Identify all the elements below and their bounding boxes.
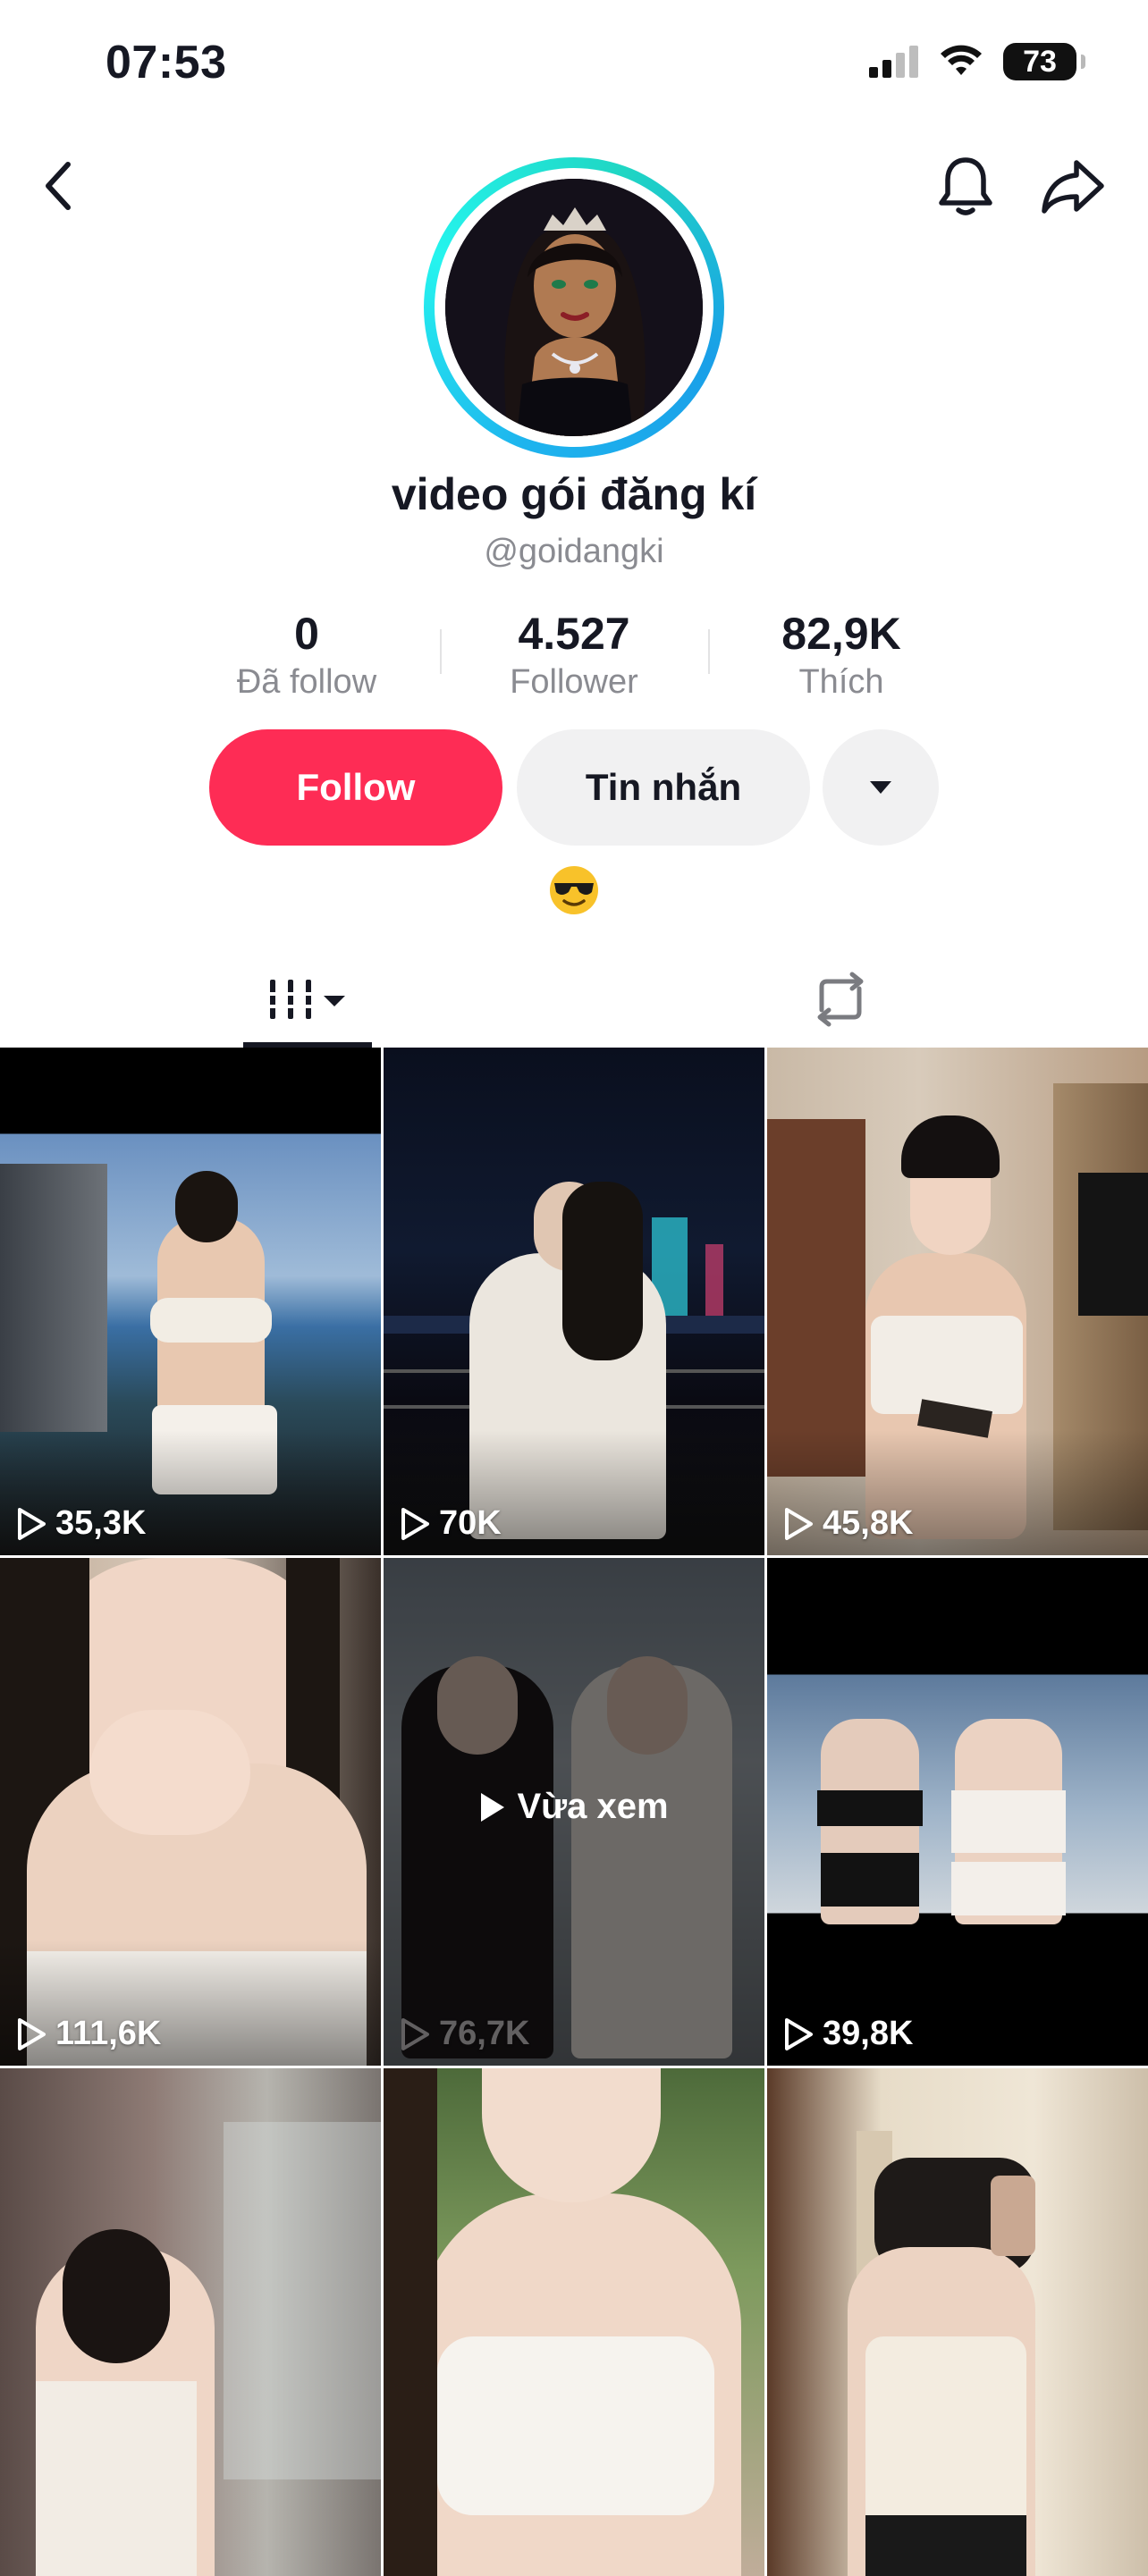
likes-stat[interactable]: 82,9K Thích <box>730 608 953 702</box>
follower-count: 4.527 <box>518 609 630 659</box>
wifi-icon <box>941 45 982 75</box>
share-icon <box>1042 160 1104 214</box>
video-thumbnail[interactable] <box>0 2068 381 2576</box>
avatar-image <box>445 179 703 436</box>
video-thumbnail[interactable]: 45,8K <box>767 1048 1148 1555</box>
share-button[interactable] <box>1037 150 1109 222</box>
video-thumbnail[interactable] <box>767 2068 1148 2576</box>
video-thumbnail[interactable] <box>384 2068 764 2576</box>
back-button[interactable] <box>30 150 88 222</box>
view-count: 35,3K <box>16 1504 146 1543</box>
status-time: 07:53 <box>106 37 227 88</box>
tab-reposts[interactable] <box>787 956 894 1042</box>
video-thumbnail[interactable]: Vừa xem 76,7K <box>384 1558 764 2066</box>
following-stat[interactable]: 0 Đã follow <box>195 608 418 702</box>
play-icon <box>785 1507 813 1540</box>
video-thumbnail[interactable]: 111,6K <box>0 1558 381 2066</box>
battery-icon: 73 <box>1003 43 1085 80</box>
status-icons: 73 <box>869 39 1085 84</box>
username: @goidangki <box>484 533 664 570</box>
display-name: video gói đăng kí <box>391 469 757 519</box>
play-icon <box>401 2017 429 2050</box>
signal-icon <box>869 46 918 78</box>
chevron-left-icon <box>46 162 71 210</box>
notification-button[interactable] <box>930 150 1001 222</box>
message-button[interactable]: Tin nhắn <box>517 729 810 846</box>
likes-count: 82,9K <box>781 609 901 659</box>
play-icon <box>785 2017 813 2050</box>
video-thumbnail[interactable]: 70K <box>384 1048 764 1555</box>
video-thumbnail[interactable]: 39,8K <box>767 1558 1148 2066</box>
video-grid: 35,3K 70K 45,8K 111,6K Vừa xem 76,7K 39,… <box>0 1048 1148 2576</box>
repost-icon <box>817 972 864 1027</box>
battery-level: 73 <box>1023 44 1057 79</box>
stat-divider <box>708 629 710 674</box>
follower-stat[interactable]: 4.527 Follower <box>462 608 686 702</box>
grid-icon <box>265 980 345 1019</box>
view-count: 70K <box>400 1504 502 1543</box>
profile-tabs <box>0 947 1148 1048</box>
view-count: 111,6K <box>16 2015 161 2053</box>
play-icon <box>401 1507 429 1540</box>
view-count: 76,7K <box>400 2015 529 2053</box>
play-icon <box>481 1792 505 1822</box>
play-icon <box>18 1507 46 1540</box>
video-thumbnail[interactable]: 35,3K <box>0 1048 381 1555</box>
follower-label: Follower <box>510 663 638 701</box>
bio <box>547 863 601 917</box>
following-label: Đã follow <box>236 663 377 701</box>
following-count: 0 <box>294 609 319 659</box>
suggested-accounts-button[interactable] <box>823 729 939 846</box>
sunglasses-emoji-icon <box>550 866 598 914</box>
caret-down-icon <box>870 781 891 794</box>
stat-divider <box>440 629 442 674</box>
follow-button[interactable]: Follow <box>209 729 502 846</box>
view-count: 45,8K <box>783 1504 913 1543</box>
play-icon <box>18 2017 46 2050</box>
view-count: 39,8K <box>783 2015 913 2053</box>
avatar[interactable] <box>424 157 724 458</box>
recently-watched-label: Vừa xem <box>384 1787 764 1827</box>
bell-icon <box>939 157 992 215</box>
likes-label: Thích <box>798 663 884 701</box>
tab-videos[interactable] <box>243 956 372 1042</box>
